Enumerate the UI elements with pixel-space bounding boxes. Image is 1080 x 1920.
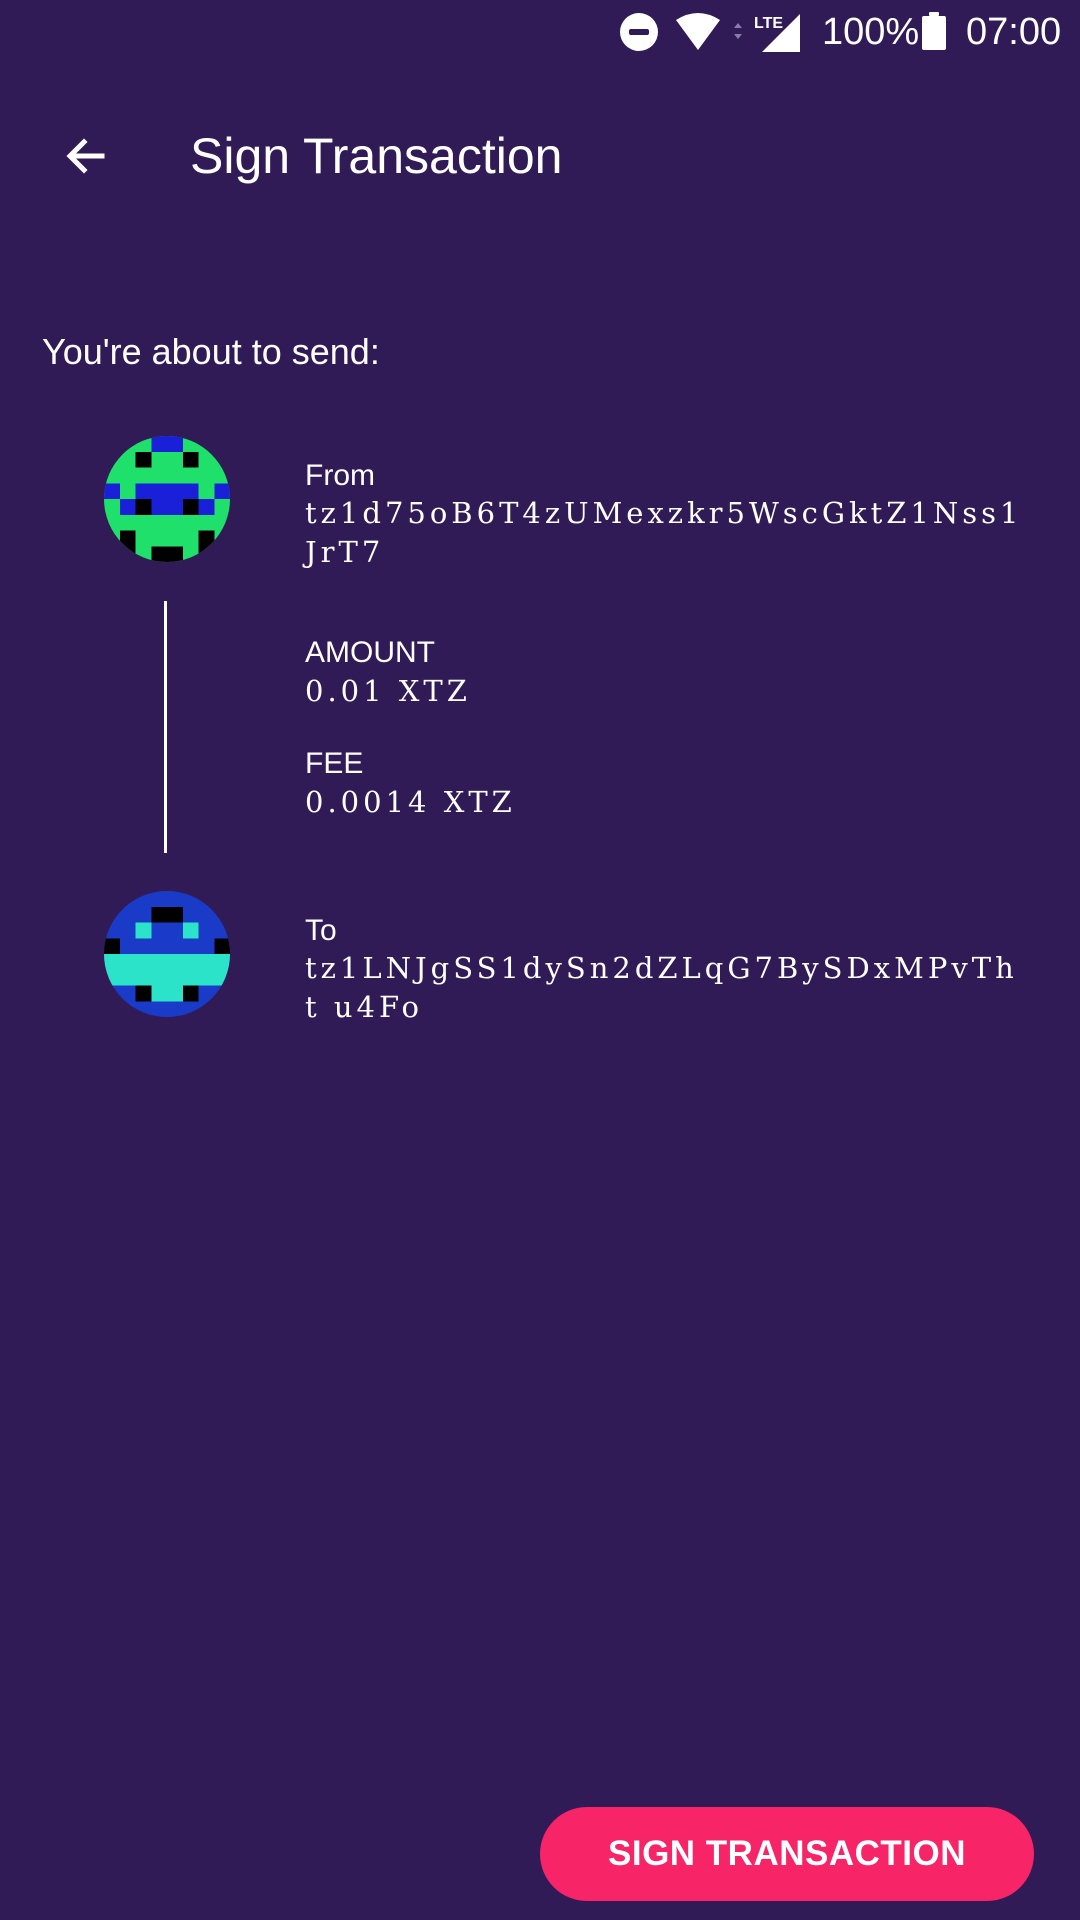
do-not-disturb-icon — [620, 13, 658, 51]
from-address: tz1d75oB6T4zUMexzkr5WscGktZ1Nss1JrT7 — [305, 496, 1023, 569]
intro-text: You're about to send: — [42, 331, 380, 372]
status-bar: LTE 100% 07:00 — [0, 0, 1080, 64]
battery-icon — [922, 12, 946, 50]
to-address: tz1LNJgSS1dySn2dZLqG7BySDxMPvTht u4Fo — [305, 951, 1018, 1024]
battery-percentage: 100% — [822, 11, 920, 53]
from-avatar — [104, 436, 230, 562]
fee-value: 0.0014 XTZ — [305, 785, 516, 819]
lte-label: LTE — [754, 15, 783, 32]
wifi-icon — [676, 13, 720, 50]
lte-signal-icon: LTE — [734, 14, 800, 52]
connector-line — [164, 601, 167, 853]
status-clock: 07:00 — [966, 11, 1062, 53]
toolbar: Sign Transaction — [0, 96, 1080, 216]
arrow-left-icon — [66, 138, 105, 174]
from-label: From — [305, 459, 375, 492]
to-avatar — [104, 891, 230, 1017]
fee-label: FEE — [305, 747, 364, 780]
amount-value: 0.01 XTZ — [305, 674, 471, 708]
sign-transaction-button[interactable]: SIGN TRANSACTION — [540, 1807, 1034, 1901]
to-label: To — [305, 914, 337, 947]
sign-transaction-screen: LTE 100% 07:00 Sign Transaction You're a… — [0, 0, 1080, 1920]
amount-label: AMOUNT — [305, 636, 435, 669]
page-title: Sign Transaction — [190, 128, 563, 184]
back-button[interactable] — [44, 114, 128, 198]
